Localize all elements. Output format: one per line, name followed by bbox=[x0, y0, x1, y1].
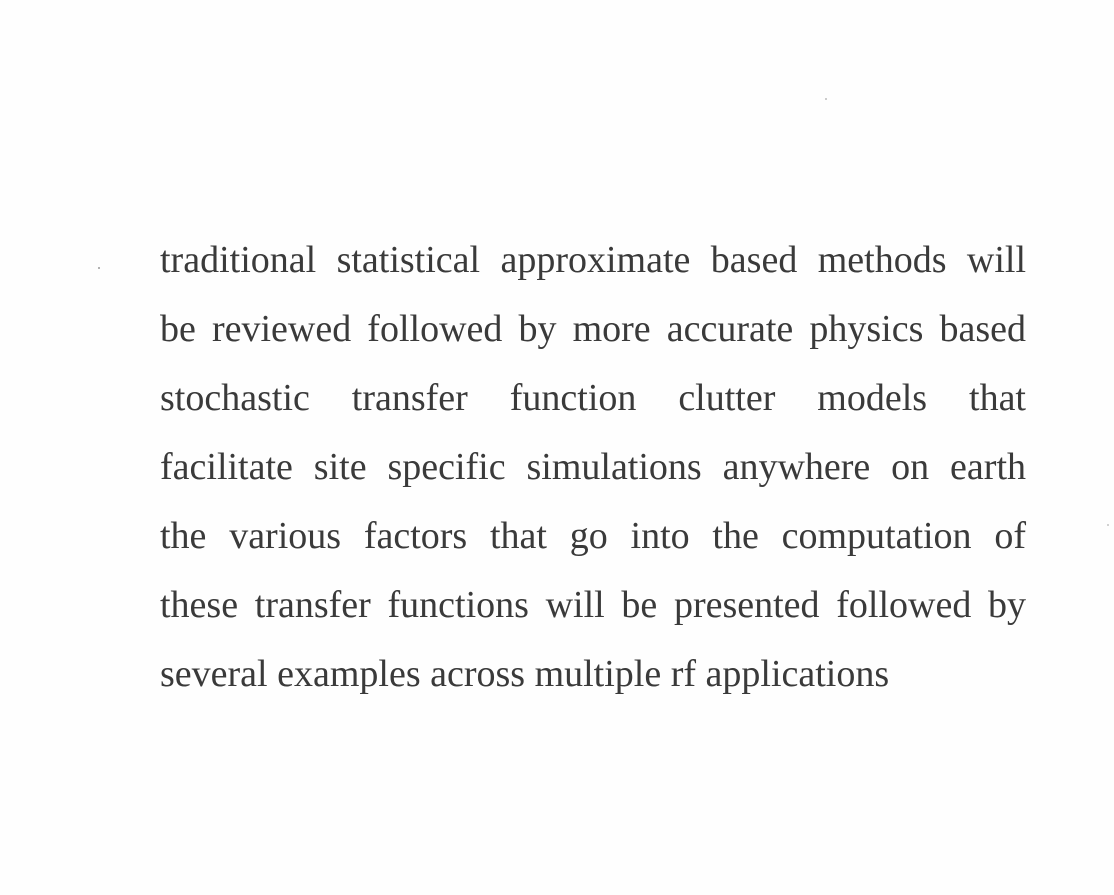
text-line: facilitate site specific simulations any… bbox=[160, 446, 1026, 488]
document-page: traditional statistical approximate base… bbox=[0, 0, 1114, 895]
text-line: several examples across multiple rf appl… bbox=[160, 653, 890, 695]
body-paragraph: traditional statistical approximate base… bbox=[160, 228, 1026, 711]
text-line: traditional statistical approximate base… bbox=[160, 239, 1026, 281]
text-line: the various factors that go into the com… bbox=[160, 515, 1026, 557]
scan-speck bbox=[98, 267, 100, 269]
scan-speck bbox=[1107, 524, 1109, 526]
text-line: be reviewed followed by more accurate ph… bbox=[160, 308, 1026, 350]
scan-speck bbox=[825, 98, 827, 100]
text-line: these transfer functions will be present… bbox=[160, 584, 1026, 626]
text-line: stochastic transfer function clutter mod… bbox=[160, 377, 1026, 419]
